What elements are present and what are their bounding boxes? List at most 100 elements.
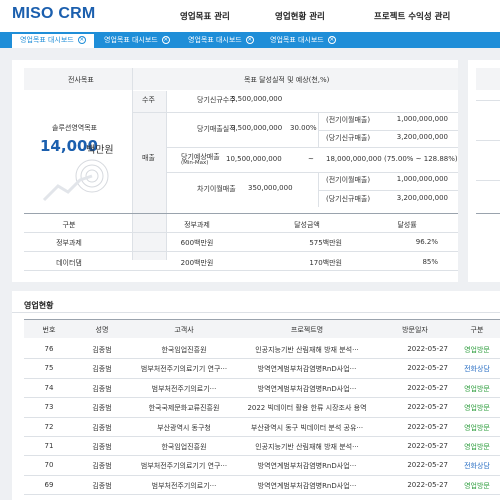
table-cell: 영업방문 <box>464 443 490 451</box>
nav-item-sales-status[interactable]: 영업현황 관리 <box>275 10 325 22</box>
table-cell: 2022 빅데이터 활용 한류 시장조사 용역 <box>247 404 367 413</box>
table-cell: 74 <box>44 383 54 392</box>
table-cell: 김종범 <box>92 346 112 354</box>
company-goal-header: 전사목표 <box>68 76 94 84</box>
sales-row-dash: ~ <box>308 155 314 163</box>
sales-row-label: 차기이월매출 <box>197 185 236 193</box>
table-cell: 한국임업진흥원 <box>161 346 207 354</box>
table-cell: 영업방문 <box>464 384 490 393</box>
table-cell: 영업방문 <box>464 346 490 354</box>
status-header: 성명 <box>95 326 109 334</box>
close-icon[interactable]: × <box>161 36 170 44</box>
tab-dashboard-3[interactable]: 영업목표 대시보드 × <box>180 32 264 48</box>
close-icon[interactable]: × <box>77 36 86 44</box>
status-title: 영업현황 <box>24 301 54 310</box>
table-cell: 2022-05-27 <box>407 345 448 353</box>
sales-status-card: 영업현황 번호 성명 고객사 프로젝트명 방문일자 구분 76 김종범 한국임업진흥… <box>12 291 500 500</box>
table-cell: 범부처전주기의료기기 연구··· <box>140 365 228 374</box>
table-cell: 69 <box>44 480 54 489</box>
table-cell: 범부처전주기의료기··· <box>151 481 217 490</box>
close-icon[interactable]: × <box>327 36 336 44</box>
table-cell: 김종범 <box>92 423 112 432</box>
table-cell: 71 <box>44 442 54 450</box>
order-row-value: 3,500,000,000 <box>231 95 283 103</box>
table-cell: 2022-05-27 <box>407 422 448 431</box>
target-label: 솔루션영역목표 <box>52 124 98 132</box>
table-cell: 2022-05-27 <box>407 403 448 412</box>
table-cell: 부산광역시 동구청 <box>157 423 211 432</box>
summary-header: 구분 <box>62 221 76 229</box>
table-cell: 한국임업진흥원 <box>161 443 207 451</box>
sub-label: (당기신규매출) <box>326 195 371 203</box>
table-cell: 김종범 <box>92 443 112 451</box>
table-cell: 범부처전주기의료기··· <box>151 384 217 393</box>
order-row-label: 당기신규수주 <box>197 96 236 104</box>
sub-label: (전기이월매출) <box>326 116 371 124</box>
table-cell: 전화상담 <box>464 365 490 374</box>
tab-label: 영업목표 대시보드 <box>20 36 74 44</box>
sub-value: 3,200,000,000 <box>396 194 448 202</box>
sub-value: 1,000,000,000 <box>396 175 448 183</box>
tab-dashboard-2[interactable]: 영업목표 대시보드 × <box>96 32 180 48</box>
sales-label: 매출 <box>142 154 155 162</box>
table-cell: 영업방문 <box>464 423 490 432</box>
sales-row-label: 당기매출실적 <box>197 125 236 133</box>
table-cell: 김종범 <box>92 481 112 490</box>
table-cell: 방역연계범부처감염병RnD사업··· <box>257 384 357 393</box>
status-header: 고객사 <box>174 326 194 334</box>
table-cell: 방역연계범부처감염병RnD사업··· <box>257 462 357 471</box>
status-header: 번호 <box>42 326 56 334</box>
sales-row-min: 10,500,000,000 <box>226 155 282 163</box>
summary-header: 달성금액 <box>294 221 320 229</box>
table-cell: 김종범 <box>92 384 112 393</box>
table-cell: 방역연계범부처감염병RnD사업··· <box>257 365 357 374</box>
sales-row-pct: 30.00% <box>290 124 317 132</box>
sub-value: 1,000,000,000 <box>396 115 448 123</box>
row-divider <box>24 455 500 457</box>
sales-row-value: 3,500,000,000 <box>231 124 283 132</box>
table-cell: 2022-05-27 <box>407 442 448 450</box>
nav-item-project-profit[interactable]: 프로젝트 수익성 관리 <box>374 10 450 22</box>
table-cell: 2022-05-27 <box>407 461 448 470</box>
tab-dashboard-4[interactable]: 영업목표 대시보드 × <box>262 32 346 48</box>
table-cell: 2022-05-27 <box>407 480 448 489</box>
top-bar: MISO CRM 영업목표 관리 영업현황 관리 프로젝트 수익성 관리 <box>0 0 500 32</box>
achievement-header: 목표 달성실적 및 예상(천,%) <box>244 76 330 84</box>
status-header: 방문일자 <box>402 326 428 334</box>
side-card <box>468 60 500 282</box>
table-cell: 인공지능기반 산림재해 방재 분석··· <box>255 443 359 451</box>
tab-bar: 영업목표 대시보드 × 영업목표 대시보드 × 영업목표 대시보드 × 영업목표 대시… <box>0 32 500 48</box>
table-cell: 전화상담 <box>464 462 490 471</box>
sales-row-value: 350,000,000 <box>248 184 293 192</box>
table-cell: 한국국제문화교류진흥원 <box>148 404 220 413</box>
order-label: 수주 <box>142 96 155 104</box>
table-cell: 2022-05-27 <box>407 383 448 392</box>
table-cell: 73 <box>44 403 54 412</box>
table-cell: 방역연계범부처감염병RnD사업··· <box>257 481 357 490</box>
table-cell: 김종범 <box>92 404 112 413</box>
tab-dashboard-1[interactable]: 영업목표 대시보드 × <box>12 32 94 48</box>
row-divider <box>24 436 500 437</box>
table-cell: 범부처전주기의료기기 연구··· <box>140 462 228 471</box>
row-divider <box>24 358 500 360</box>
table-cell: 76 <box>44 345 54 353</box>
close-icon[interactable]: × <box>245 36 254 44</box>
tab-label: 영업목표 대시보드 <box>188 36 242 44</box>
row-divider <box>24 397 500 399</box>
row-divider <box>24 416 500 418</box>
nav-item-sales-goal[interactable]: 영업목표 관리 <box>180 10 230 22</box>
row-divider <box>24 474 500 476</box>
summary-header: 정부과제 <box>184 221 210 229</box>
target-trend-icon <box>42 159 109 202</box>
sales-row-range: (75.00% ~ 128.88%) <box>384 155 458 163</box>
target-unit: 백만원 <box>86 145 114 156</box>
table-cell: 75 <box>44 364 54 373</box>
sub-value: 3,200,000,000 <box>396 133 448 141</box>
table-cell: 인공지능기반 산림재해 방재 분석··· <box>255 346 359 354</box>
app-logo[interactable]: MISO CRM <box>12 5 95 23</box>
table-cell: 2022-05-27 <box>407 364 448 373</box>
table-cell: 김종범 <box>92 462 112 471</box>
tab-label: 영업목표 대시보드 <box>104 36 158 44</box>
tab-label: 영업목표 대시보드 <box>270 36 324 44</box>
table-cell: 김종범 <box>92 365 112 374</box>
